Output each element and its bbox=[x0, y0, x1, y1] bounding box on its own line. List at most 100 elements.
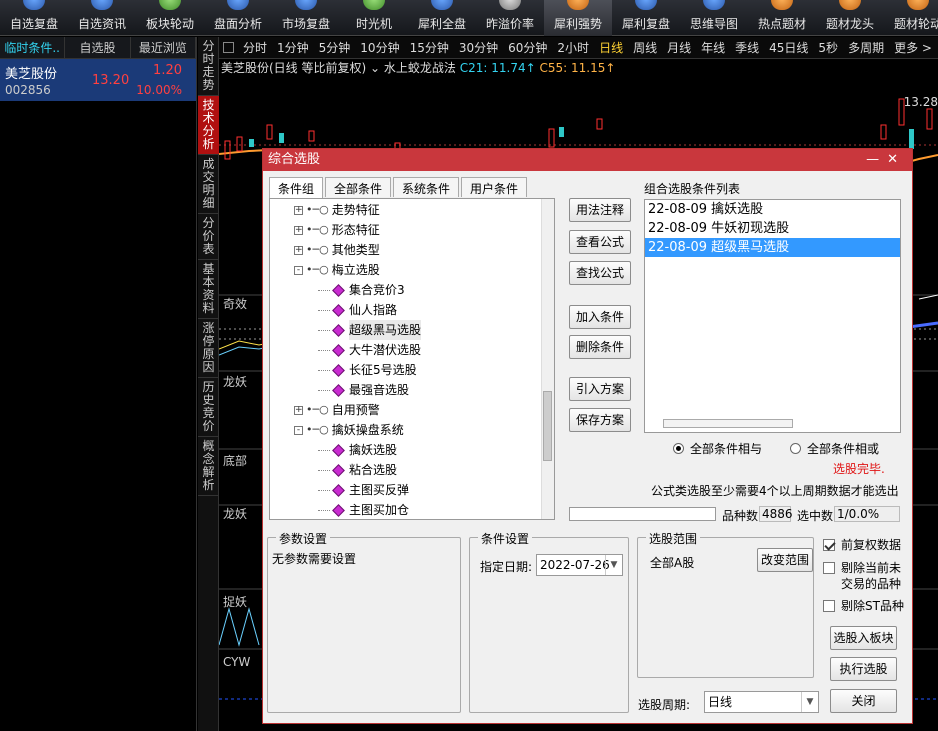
tree-leaf[interactable]: 大牛潜伏选股 bbox=[318, 340, 421, 360]
vtab-6[interactable]: 历史竞价 bbox=[198, 378, 219, 437]
tree-leaf[interactable]: 仙人指路 bbox=[318, 300, 397, 320]
vtab-3[interactable]: 分价表 bbox=[198, 214, 219, 260]
usage-note-button[interactable]: 用法注释 bbox=[569, 198, 631, 222]
toolbar-item-7[interactable]: 昨溢价率 bbox=[476, 0, 544, 36]
period-item-2[interactable]: 5分钟 bbox=[314, 39, 356, 56]
tab-watchlist[interactable]: 自选股 bbox=[65, 37, 131, 58]
tab-all-conditions[interactable]: 全部条件 bbox=[325, 177, 392, 197]
condition-list-item[interactable]: 22-08-09 牛妖初现选股 bbox=[645, 219, 900, 238]
tree-leaf[interactable]: 超级黑马选股 bbox=[318, 320, 422, 340]
stock-row[interactable]: 美芝股份 002856 13.20 1.20 10.00% bbox=[0, 59, 196, 101]
tree-leaf[interactable]: 长征5号选股 bbox=[318, 360, 417, 380]
tab-temp-conditions[interactable]: 临时条件.. bbox=[0, 37, 66, 58]
checkbox-remove-untraded[interactable]: 剔除当前未 交易的品种 bbox=[823, 560, 901, 592]
toolbar-item-4[interactable]: 市场复盘 bbox=[272, 0, 340, 36]
close-button[interactable]: 关闭 bbox=[830, 689, 897, 713]
tab-system-conditions[interactable]: 系统条件 bbox=[393, 177, 460, 197]
sub-chart-label-4[interactable]: 龙妖 bbox=[223, 505, 247, 522]
list-hscrollbar[interactable] bbox=[663, 419, 793, 428]
toolbar-item-13[interactable]: 题材轮动 bbox=[884, 0, 938, 36]
tree-leaf[interactable]: 粘合选股 bbox=[318, 460, 397, 480]
tree-leaf[interactable]: 主图买反弹 bbox=[318, 480, 409, 500]
period-item-3[interactable]: 10分钟 bbox=[355, 39, 404, 56]
vtab-0[interactable]: 分时走势 bbox=[198, 37, 219, 96]
tree-group[interactable]: + •─○ 自用预警 bbox=[294, 400, 380, 420]
toolbar-item-10[interactable]: 思维导图 bbox=[680, 0, 748, 36]
save-plan-button[interactable]: 保存方案 bbox=[569, 408, 631, 432]
period-item-4[interactable]: 15分钟 bbox=[405, 39, 454, 56]
condition-list-item[interactable]: 22-08-09 擒妖选股 bbox=[645, 200, 900, 219]
tree-group[interactable]: + •─○ 形态特征 bbox=[294, 220, 380, 240]
tree-scroll-thumb[interactable] bbox=[543, 391, 552, 461]
view-formula-button[interactable]: 查看公式 bbox=[569, 230, 631, 254]
vtab-1[interactable]: 技术分析 bbox=[198, 96, 219, 155]
expand-icon[interactable]: - bbox=[294, 265, 303, 275]
chevron-down-icon[interactable]: ▼ bbox=[605, 555, 622, 575]
radio-all-or[interactable]: 全部条件相或 bbox=[790, 440, 879, 457]
period-item-13[interactable]: 45日线 bbox=[764, 39, 813, 56]
import-plan-button[interactable]: 引入方案 bbox=[569, 377, 631, 401]
expand-icon[interactable]: - bbox=[294, 425, 303, 435]
chevron-down-icon[interactable]: ▼ bbox=[801, 692, 818, 712]
expand-icon[interactable]: + bbox=[294, 225, 303, 235]
toolbar-item-11[interactable]: 热点题材 bbox=[748, 0, 816, 36]
toolbar-item-5[interactable]: 时光机 bbox=[340, 0, 408, 36]
layout-toggle-icon[interactable] bbox=[223, 42, 234, 53]
toolbar-item-8[interactable]: 犀利强势 bbox=[544, 0, 612, 36]
tree-group[interactable]: - •─○ 梅立选股 bbox=[294, 260, 380, 280]
period-item-9[interactable]: 周线 bbox=[628, 39, 662, 56]
toolbar-item-12[interactable]: 题材龙头 bbox=[816, 0, 884, 36]
period-item-0[interactable]: 分时 bbox=[238, 39, 272, 56]
tree-leaf[interactable]: 最强音选股 bbox=[318, 380, 409, 400]
period-item-5[interactable]: 30分钟 bbox=[454, 39, 503, 56]
toolbar-item-6[interactable]: 犀利全盘 bbox=[408, 0, 476, 36]
radio-all-and[interactable]: 全部条件相与 bbox=[673, 440, 762, 457]
expand-icon[interactable]: + bbox=[294, 405, 303, 415]
close-icon[interactable]: ✕ bbox=[887, 152, 906, 167]
period-item-15[interactable]: 多周期 bbox=[843, 39, 889, 56]
sub-chart-label-3[interactable]: 底部 bbox=[223, 452, 247, 469]
tree-leaf[interactable]: 主图买加仓 bbox=[318, 500, 409, 519]
tree-group[interactable]: + •─○ 走势特征 bbox=[294, 200, 380, 220]
add-to-block-button[interactable]: 选股入板块 bbox=[830, 626, 897, 650]
tree-leaf[interactable]: 集合竞价3 bbox=[318, 280, 405, 300]
checkbox-fuquan[interactable]: 前复权数据 bbox=[823, 537, 901, 553]
tab-condition-group[interactable]: 条件组 bbox=[269, 177, 324, 198]
date-picker[interactable]: 2022-07-26 ▼ bbox=[536, 554, 623, 576]
period-item-1[interactable]: 1分钟 bbox=[272, 39, 314, 56]
period-select[interactable]: 日线 ▼ bbox=[704, 691, 819, 713]
vtab-7[interactable]: 概念解析 bbox=[198, 437, 219, 496]
minimize-icon[interactable]: — bbox=[866, 152, 887, 167]
toolbar-item-2[interactable]: 板块轮动 bbox=[136, 0, 204, 36]
vtab-5[interactable]: 涨停原因 bbox=[198, 319, 219, 378]
expand-icon[interactable]: + bbox=[294, 245, 303, 255]
toolbar-item-1[interactable]: 自选资讯 bbox=[68, 0, 136, 36]
period-item-16[interactable]: 更多 > bbox=[889, 39, 937, 56]
sub-chart-label-5[interactable]: 捉妖 bbox=[223, 593, 247, 610]
tree-scrollbar[interactable] bbox=[541, 199, 554, 519]
toolbar-item-3[interactable]: 盘面分析 bbox=[204, 0, 272, 36]
tree-leaf[interactable]: 擒妖选股 bbox=[318, 440, 397, 460]
execute-screen-button[interactable]: 执行选股 bbox=[830, 657, 897, 681]
period-item-14[interactable]: 5秒 bbox=[813, 39, 843, 56]
tab-recent[interactable]: 最近浏览 bbox=[131, 37, 196, 58]
tree-group[interactable]: - •─○ 擒妖操盘系统 bbox=[294, 420, 404, 440]
sub-chart-label-1[interactable]: 奇效 bbox=[223, 295, 247, 312]
tree-group[interactable]: + •─○ 其他类型 bbox=[294, 240, 380, 260]
change-range-button[interactable]: 改变范围 bbox=[757, 548, 813, 572]
expand-icon[interactable]: + bbox=[294, 205, 303, 215]
sub-chart-label-2[interactable]: 龙妖 bbox=[223, 373, 247, 390]
condition-list-item[interactable]: 22-08-09 超级黑马选股 bbox=[645, 238, 900, 257]
vtab-2[interactable]: 成交明细 bbox=[198, 155, 219, 214]
dialog-titlebar[interactable]: 综合选股 —✕ bbox=[263, 149, 912, 171]
vtab-4[interactable]: 基本资料 bbox=[198, 260, 219, 319]
tab-user-conditions[interactable]: 用户条件 bbox=[461, 177, 528, 197]
period-item-11[interactable]: 年线 bbox=[696, 39, 730, 56]
delete-condition-button[interactable]: 删除条件 bbox=[569, 335, 631, 359]
find-formula-button[interactable]: 查找公式 bbox=[569, 261, 631, 285]
toolbar-item-9[interactable]: 犀利复盘 bbox=[612, 0, 680, 36]
period-item-7[interactable]: 2小时 bbox=[552, 39, 594, 56]
period-item-10[interactable]: 月线 bbox=[662, 39, 696, 56]
toolbar-item-0[interactable]: 自选复盘 bbox=[0, 0, 68, 36]
sub-chart-label-6[interactable]: CYW bbox=[223, 655, 250, 669]
